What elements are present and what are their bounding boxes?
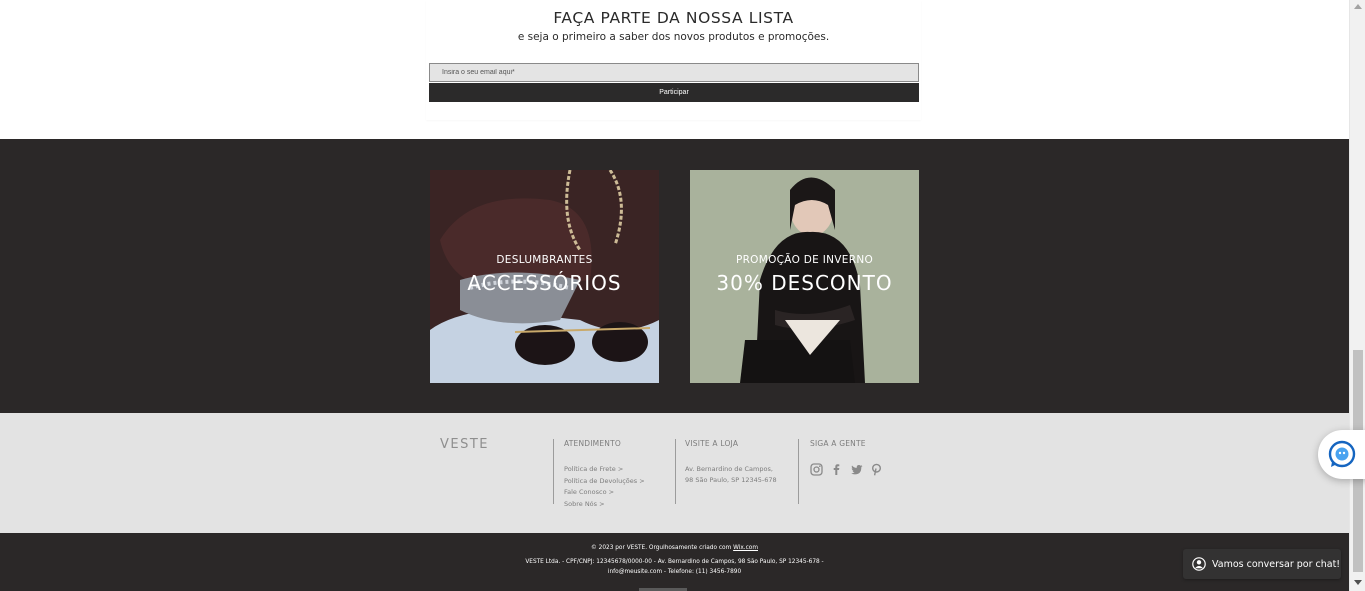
chat-bubble-icon xyxy=(1328,440,1356,468)
instagram-icon[interactable] xyxy=(810,463,823,476)
link-about[interactable]: Sobre Nós > xyxy=(564,499,645,511)
newsletter-subtitle: e seja o primeiro a saber dos novos prod… xyxy=(517,31,830,43)
link-returns-policy[interactable]: Política de Devoluções > xyxy=(564,476,645,488)
user-chat-icon xyxy=(1192,557,1206,571)
newsletter-box: FAÇA PARTE DA NOSSA LISTA e seja o prime… xyxy=(426,0,921,120)
promo-card-discount[interactable]: PROMOÇÃO DE INVERNO 30% DESCONTO xyxy=(690,170,919,383)
link-shipping-policy[interactable]: Política de Frete > xyxy=(564,464,645,476)
promo-card-accessories[interactable]: DESLUMBRANTES ACCESSÓRIOS xyxy=(430,170,659,383)
footer-info: VESTE ATENDIMENTO Política de Frete > Po… xyxy=(0,413,1349,533)
promo-accessories-small: DESLUMBRANTES xyxy=(496,254,593,266)
siga-heading: SIGA A GENTE xyxy=(810,439,866,448)
footer-atendimento: ATENDIMENTO Política de Frete > Política… xyxy=(564,439,645,510)
footer-divider xyxy=(675,439,676,504)
promo-band: DESLUMBRANTES ACCESSÓRIOS PROMOÇÃO DE IN… xyxy=(0,139,1349,413)
link-contact[interactable]: Fale Conosco > xyxy=(564,487,645,499)
store-address-line: 98 São Paulo, SP 12345-678 xyxy=(685,476,777,484)
store-address-line: Av. Bernardino de Campos, xyxy=(685,465,773,473)
footer-divider xyxy=(798,439,799,504)
chat-side-tab[interactable] xyxy=(1318,430,1365,479)
newsletter-section: FAÇA PARTE DA NOSSA LISTA e seja o prime… xyxy=(0,0,1349,139)
participate-button[interactable]: Participar xyxy=(429,83,919,102)
footer-brand: VESTE xyxy=(440,437,490,452)
pinterest-icon[interactable] xyxy=(870,463,883,476)
chat-button[interactable]: Vamos conversar por chat! xyxy=(1183,549,1341,579)
scrollbar[interactable] xyxy=(1349,0,1365,591)
email-field[interactable] xyxy=(429,63,919,82)
legal-section: © 2023 por VESTE. Orgulhosamente criado … xyxy=(0,533,1349,591)
scroll-down-arrow-icon[interactable] xyxy=(1354,580,1362,585)
contact-info-line: info@meusite.com - Telefone: (11) 3456-7… xyxy=(607,569,742,575)
copyright-text: © 2023 por VESTE. Orgulhosamente criado … xyxy=(591,545,734,551)
promo-discount-small: PROMOÇÃO DE INVERNO xyxy=(735,254,874,266)
chat-button-label: Vamos conversar por chat! xyxy=(1212,558,1341,570)
footer-visite: VISITE A LOJA Av. Bernardino de Campos, … xyxy=(685,439,777,486)
wix-link[interactable]: Wix.com xyxy=(733,545,758,551)
atendimento-heading: ATENDIMENTO xyxy=(564,439,621,448)
twitter-icon[interactable] xyxy=(850,463,863,476)
scroll-up-arrow-icon[interactable] xyxy=(1354,4,1362,9)
promo-accessories-title: ACCESSÓRIOS xyxy=(467,271,622,295)
facebook-icon[interactable] xyxy=(830,463,843,476)
newsletter-title: FAÇA PARTE DA NOSSA LISTA xyxy=(553,9,794,27)
company-info-line: VESTE Ltda. - CPF/CNPJ: 12345678/0000-00… xyxy=(525,559,824,565)
social-icons xyxy=(810,463,883,476)
footer-divider xyxy=(553,439,554,504)
promo-discount-title: 30% DESCONTO xyxy=(716,271,893,295)
visite-heading: VISITE A LOJA xyxy=(685,439,739,448)
copyright-line: © 2023 por VESTE. Orgulhosamente criado … xyxy=(0,545,1349,551)
footer-siga: SIGA A GENTE xyxy=(810,439,883,476)
page: FAÇA PARTE DA NOSSA LISTA e seja o prime… xyxy=(0,0,1365,591)
